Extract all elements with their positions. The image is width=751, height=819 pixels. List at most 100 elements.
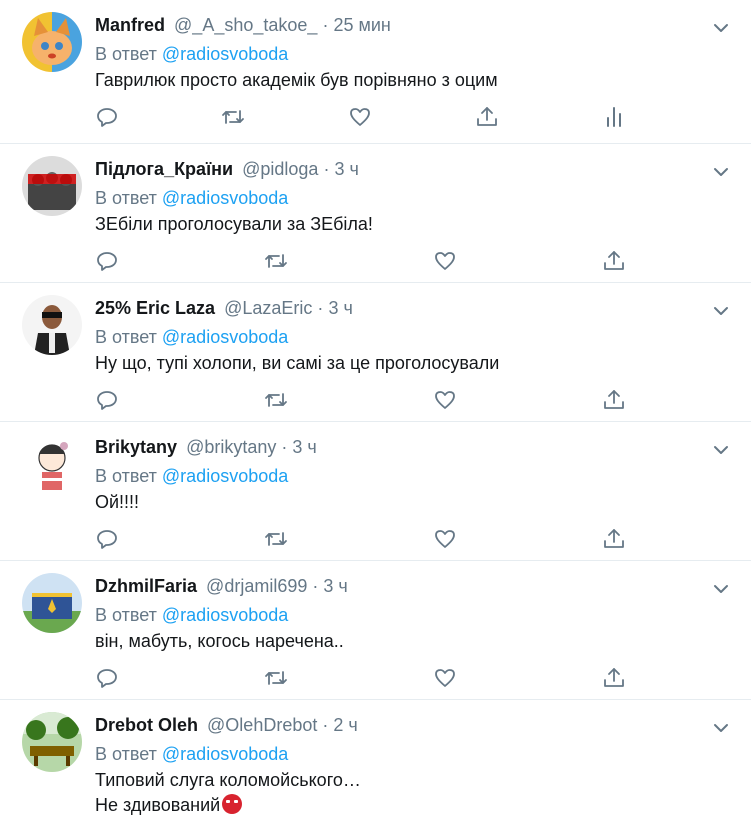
tweet-text: ЗЕбіли проголосували за ЗЕбіла! (95, 214, 373, 234)
user-handle[interactable]: @_A_sho_takoe_ (174, 15, 317, 35)
like-icon[interactable] (433, 388, 457, 412)
separator-dot: · (312, 576, 319, 596)
timestamp[interactable]: 3 ч (328, 298, 352, 318)
display-name[interactable]: Brikytany (95, 437, 177, 457)
reply-mention-link[interactable]: @radiosvoboda (162, 605, 288, 625)
reply-icon[interactable] (95, 105, 119, 129)
tweet-header: Manfred @_A_sho_takoe_ · 25 мин (95, 13, 391, 37)
tweet-text: Ой!!!! (95, 492, 140, 512)
reply-mention-link[interactable]: @radiosvoboda (162, 44, 288, 64)
reply-prefix: В ответ (95, 744, 157, 764)
reply-mention-link[interactable]: @radiosvoboda (162, 466, 288, 486)
reply-prefix: В ответ (95, 466, 157, 486)
avatar[interactable] (22, 12, 82, 72)
tweet-header: 25% Eric Laza @LazaEric · 3 ч (95, 296, 353, 320)
reply-prefix: В ответ (95, 327, 157, 347)
tweet-text-line: Не здивований (95, 793, 361, 818)
reply-mention-link[interactable]: @radiosvoboda (162, 188, 288, 208)
avatar[interactable] (22, 434, 82, 494)
user-handle[interactable]: @drjamil699 (206, 576, 307, 596)
display-name[interactable]: 25% Eric Laza (95, 298, 215, 318)
caret-down-icon[interactable] (711, 301, 731, 321)
tweet[interactable]: Drebot Oleh @OlehDrebot · 2 ч В ответ @r… (0, 700, 751, 819)
retweet-icon[interactable] (264, 527, 288, 551)
reply-icon[interactable] (95, 527, 119, 551)
reply-context: В ответ @radiosvoboda (95, 42, 288, 66)
like-icon[interactable] (433, 527, 457, 551)
tweet[interactable]: Brikytany @brikytany · 3 ч В ответ @radi… (0, 422, 751, 561)
tweet-header: Brikytany @brikytany · 3 ч (95, 435, 317, 459)
display-name[interactable]: Підлога_Країни (95, 159, 233, 179)
reply-context: В ответ @radiosvoboda (95, 464, 288, 488)
tweet[interactable]: DzhmilFaria @drjamil699 · 3 ч В ответ @r… (0, 561, 751, 700)
timestamp[interactable]: 3 ч (323, 576, 347, 596)
user-handle[interactable]: @OlehDrebot (207, 715, 317, 735)
user-handle[interactable]: @LazaEric (224, 298, 312, 318)
retweet-icon[interactable] (221, 105, 245, 129)
like-icon[interactable] (433, 666, 457, 690)
separator-dot: · (317, 298, 324, 318)
reply-mention-link[interactable]: @radiosvoboda (162, 744, 288, 764)
tweet[interactable]: Manfred @_A_sho_takoe_ · 25 мин В ответ … (0, 0, 751, 144)
tweet[interactable]: Підлога_Країни @pidloga · 3 ч В ответ @r… (0, 144, 751, 283)
share-icon[interactable] (602, 666, 626, 690)
caret-down-icon[interactable] (711, 162, 731, 182)
share-icon[interactable] (602, 249, 626, 273)
timestamp[interactable]: 3 ч (334, 159, 358, 179)
caret-down-icon[interactable] (711, 579, 731, 599)
avatar[interactable] (22, 573, 82, 633)
caret-down-icon[interactable] (711, 718, 731, 738)
avatar[interactable] (22, 712, 82, 772)
angry-face-emoji (222, 794, 243, 814)
tweet-header: Підлога_Країни @pidloga · 3 ч (95, 157, 359, 181)
reply-icon[interactable] (95, 388, 119, 412)
share-icon[interactable] (602, 527, 626, 551)
tweet-text: Типовий слуга коломойського… Не здивован… (95, 768, 361, 818)
tweet-actions (0, 388, 751, 412)
like-icon[interactable] (433, 249, 457, 273)
timestamp[interactable]: 3 ч (292, 437, 316, 457)
reply-context: В ответ @radiosvoboda (95, 186, 288, 210)
reply-mention-link[interactable]: @radiosvoboda (162, 327, 288, 347)
avatar[interactable] (22, 295, 82, 355)
retweet-icon[interactable] (264, 388, 288, 412)
like-icon[interactable] (348, 105, 372, 129)
caret-down-icon[interactable] (711, 18, 731, 38)
tweet-header: DzhmilFaria @drjamil699 · 3 ч (95, 574, 348, 598)
reply-icon[interactable] (95, 666, 119, 690)
avatar[interactable] (22, 156, 82, 216)
reply-prefix: В ответ (95, 44, 157, 64)
timestamp[interactable]: 25 мин (333, 15, 390, 35)
analytics-icon[interactable] (602, 105, 626, 129)
share-icon[interactable] (475, 105, 499, 129)
tweet-text-line: Типовий слуга коломойського… (95, 770, 361, 790)
reply-context: В ответ @radiosvoboda (95, 325, 288, 349)
display-name[interactable]: Manfred (95, 15, 165, 35)
user-handle[interactable]: @pidloga (242, 159, 318, 179)
display-name[interactable]: Drebot Oleh (95, 715, 198, 735)
tweet-actions (0, 666, 751, 690)
separator-dot: · (322, 715, 329, 735)
tweet-actions (0, 105, 751, 129)
tweet-header: Drebot Oleh @OlehDrebot · 2 ч (95, 713, 358, 737)
timestamp[interactable]: 2 ч (333, 715, 357, 735)
reply-icon[interactable] (95, 249, 119, 273)
share-icon[interactable] (602, 388, 626, 412)
reply-context: В ответ @radiosvoboda (95, 742, 288, 766)
display-name[interactable]: DzhmilFaria (95, 576, 197, 596)
separator-dot: · (323, 159, 330, 179)
tweet[interactable]: 25% Eric Laza @LazaEric · 3 ч В ответ @r… (0, 283, 751, 422)
separator-dot: · (281, 437, 288, 457)
caret-down-icon[interactable] (711, 440, 731, 460)
retweet-icon[interactable] (264, 666, 288, 690)
tweet-text: Гаврилюк просто академік був порівняно з… (95, 70, 498, 90)
reply-prefix: В ответ (95, 188, 157, 208)
reply-context: В ответ @radiosvoboda (95, 603, 288, 627)
tweet-text: Ну що, тупі холопи, ви самі за це прогол… (95, 353, 500, 373)
tweet-actions (0, 249, 751, 273)
tweet-actions (0, 527, 751, 551)
retweet-icon[interactable] (264, 249, 288, 273)
separator-dot: · (322, 15, 329, 35)
user-handle[interactable]: @brikytany (186, 437, 276, 457)
reply-prefix: В ответ (95, 605, 157, 625)
